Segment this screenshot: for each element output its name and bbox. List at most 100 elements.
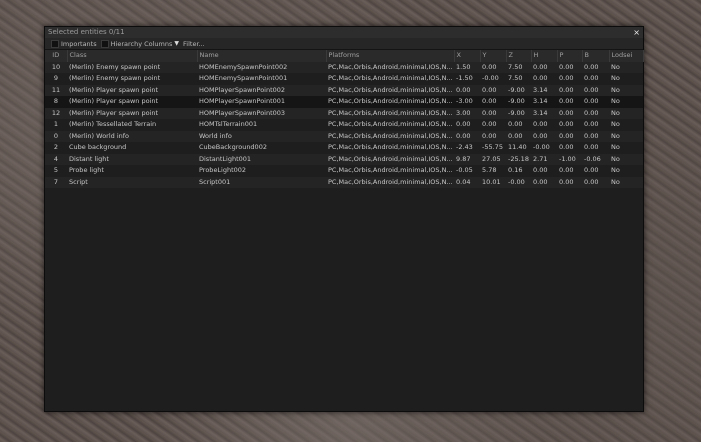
cell-p: 0.00: [557, 176, 582, 188]
table-row[interactable]: 2 Cube background CubeBackground002 PC,Mac,…: [45, 142, 643, 154]
cell-id: 1: [45, 119, 67, 131]
column-header-name[interactable]: Name: [197, 50, 327, 62]
cell-platforms: PC,Mac,Orbis,Android,minimal,IOS,N...: [326, 73, 454, 85]
cell-p: 0.00: [557, 96, 582, 108]
cell-platforms: PC,Mac,Orbis,Android,minimal,IOS,N...: [326, 176, 454, 188]
column-header-platforms[interactable]: Platforms: [326, 50, 455, 62]
cell-platforms: PC,Mac,Orbis,Android,minimal,IOS,N...: [326, 119, 454, 131]
cell-lodseed: No: [609, 130, 643, 142]
cell-name: DistantLight001: [197, 153, 326, 165]
cell-class: Probe light: [67, 165, 197, 177]
window-title: Selected entities 0/11: [48, 28, 125, 36]
table-row[interactable]: 11 (Merlin) Player spawn point HOMPlayerSp…: [45, 84, 643, 96]
selected-entities-window: Selected entities 0/11 × Importants Hier…: [44, 26, 644, 412]
hierarchy-columns-dropdown[interactable]: Hierarchy Columns ▼: [100, 39, 179, 48]
cell-b: 0.00: [582, 73, 609, 85]
importants-toggle[interactable]: Importants: [51, 39, 97, 48]
cell-name: CubeBackground002: [197, 142, 326, 154]
cell-b: 0.00: [582, 119, 609, 131]
cell-y: -0.00: [480, 73, 506, 85]
cell-p: 0.00: [557, 119, 582, 131]
cell-name: HOMEnemySpawnPoint001: [197, 73, 326, 85]
cell-z: 11.40: [506, 142, 531, 154]
table-row[interactable]: 0 (Merlin) World info World info PC,Mac,Orb…: [45, 130, 643, 142]
cell-x: 9.87: [454, 153, 480, 165]
column-header-b[interactable]: B: [582, 50, 610, 62]
cell-y: 0.00: [480, 107, 506, 119]
column-header-y[interactable]: Y: [480, 50, 507, 62]
table-row[interactable]: 8 (Merlin) Player spawn point HOMPlayerSpa…: [45, 96, 643, 108]
toolbar: Importants Hierarchy Columns ▼ Filter...: [45, 38, 643, 50]
cell-y: 5.78: [480, 165, 506, 177]
cell-p: 0.00: [557, 61, 582, 73]
cell-name: HOMPlayerSpawnPoint003: [197, 107, 326, 119]
table-row[interactable]: 7 Script Script001 PC,Mac,Orbis,Android,min…: [45, 176, 643, 188]
cell-x: -3.00: [454, 96, 480, 108]
cell-id: 11: [45, 84, 67, 96]
window-titlebar[interactable]: Selected entities 0/11 ×: [45, 27, 643, 38]
cell-class: Script: [67, 176, 197, 188]
cell-class: (Merlin) Enemy spawn point: [67, 73, 197, 85]
table-row[interactable]: 10 (Merlin) Enemy spawn point HOMEnemySpaw…: [45, 61, 643, 73]
table-row[interactable]: 4 Distant light DistantLight001 PC,Mac,Orbi…: [45, 153, 643, 165]
table-row[interactable]: 5 Probe light ProbeLight002 PC,Mac,Orbis,An…: [45, 165, 643, 177]
filter-input[interactable]: Filter...: [183, 40, 205, 48]
column-header-h[interactable]: H: [531, 50, 558, 62]
cell-p: 0.00: [557, 130, 582, 142]
cell-id: 12: [45, 107, 67, 119]
column-header-x[interactable]: X: [454, 50, 481, 62]
column-header-class[interactable]: Class: [67, 50, 198, 62]
cell-class: (Merlin) Player spawn point: [67, 96, 197, 108]
cell-name: ProbeLight002: [197, 165, 326, 177]
cell-x: 0.00: [454, 119, 480, 131]
cell-b: 0.00: [582, 142, 609, 154]
cell-x: -1.50: [454, 73, 480, 85]
table-row[interactable]: 9 (Merlin) Enemy spawn point HOMEnemySpawn…: [45, 73, 643, 85]
cell-y: -55.75: [480, 142, 506, 154]
hierarchy-columns-checkbox[interactable]: [100, 39, 109, 48]
chevron-down-icon[interactable]: ▼: [174, 40, 179, 47]
cell-platforms: PC,Mac,Orbis,Android,minimal,IOS,N...: [326, 84, 454, 96]
cell-h: 0.00: [531, 176, 557, 188]
cell-x: -0.05: [454, 165, 480, 177]
cell-p: 0.00: [557, 84, 582, 96]
cell-platforms: PC,Mac,Orbis,Android,minimal,IOS,N...: [326, 130, 454, 142]
cell-b: -0.06: [582, 153, 609, 165]
cell-y: 0.00: [480, 130, 506, 142]
cell-lodseed: No: [609, 153, 643, 165]
cell-name: HOMPlayerSpawnPoint002: [197, 84, 326, 96]
importants-label: Importants: [61, 39, 97, 48]
cell-x: 0.04: [454, 176, 480, 188]
cell-name: HOMTslTerrain001: [197, 119, 326, 131]
importants-checkbox[interactable]: [51, 39, 59, 48]
table-row[interactable]: 1 (Merlin) Tessellated Terrain HOMTslTerra…: [45, 119, 643, 131]
cell-x: -2.43: [454, 142, 480, 154]
cell-h: 3.14: [531, 96, 557, 108]
cell-id: 0: [45, 130, 67, 142]
table-row[interactable]: 12 (Merlin) Player spawn point HOMPlayerSp…: [45, 107, 643, 119]
cell-platforms: PC,Mac,Orbis,Android,minimal,IOS,N...: [326, 165, 454, 177]
cell-id: 7: [45, 176, 67, 188]
cell-h: 0.00: [531, 73, 557, 85]
cell-x: 0.00: [454, 84, 480, 96]
cell-class: (Merlin) Tessellated Terrain: [67, 119, 197, 131]
cell-lodseed: No: [609, 84, 643, 96]
cell-z: 7.50: [506, 61, 531, 73]
cell-name: World info: [197, 130, 326, 142]
cell-b: 0.00: [582, 165, 609, 177]
cell-h: -0.00: [531, 142, 557, 154]
cell-b: 0.00: [582, 107, 609, 119]
cell-lodseed: No: [609, 165, 643, 177]
cell-h: 0.00: [531, 119, 557, 131]
cell-y: 0.00: [480, 119, 506, 131]
column-header-p[interactable]: P: [557, 50, 583, 62]
cell-x: 0.00: [454, 130, 480, 142]
close-icon[interactable]: ×: [633, 27, 640, 38]
cell-lodseed: No: [609, 61, 643, 73]
column-header-z[interactable]: Z: [506, 50, 532, 62]
cell-z: -0.00: [506, 176, 531, 188]
cell-class: (Merlin) Player spawn point: [67, 84, 197, 96]
column-header-lodseed[interactable]: Lodsei: [609, 50, 644, 62]
column-header-id[interactable]: ID: [45, 50, 68, 62]
entities-table: ID Class Name Platforms X Y Z H P B Lods…: [45, 50, 644, 188]
